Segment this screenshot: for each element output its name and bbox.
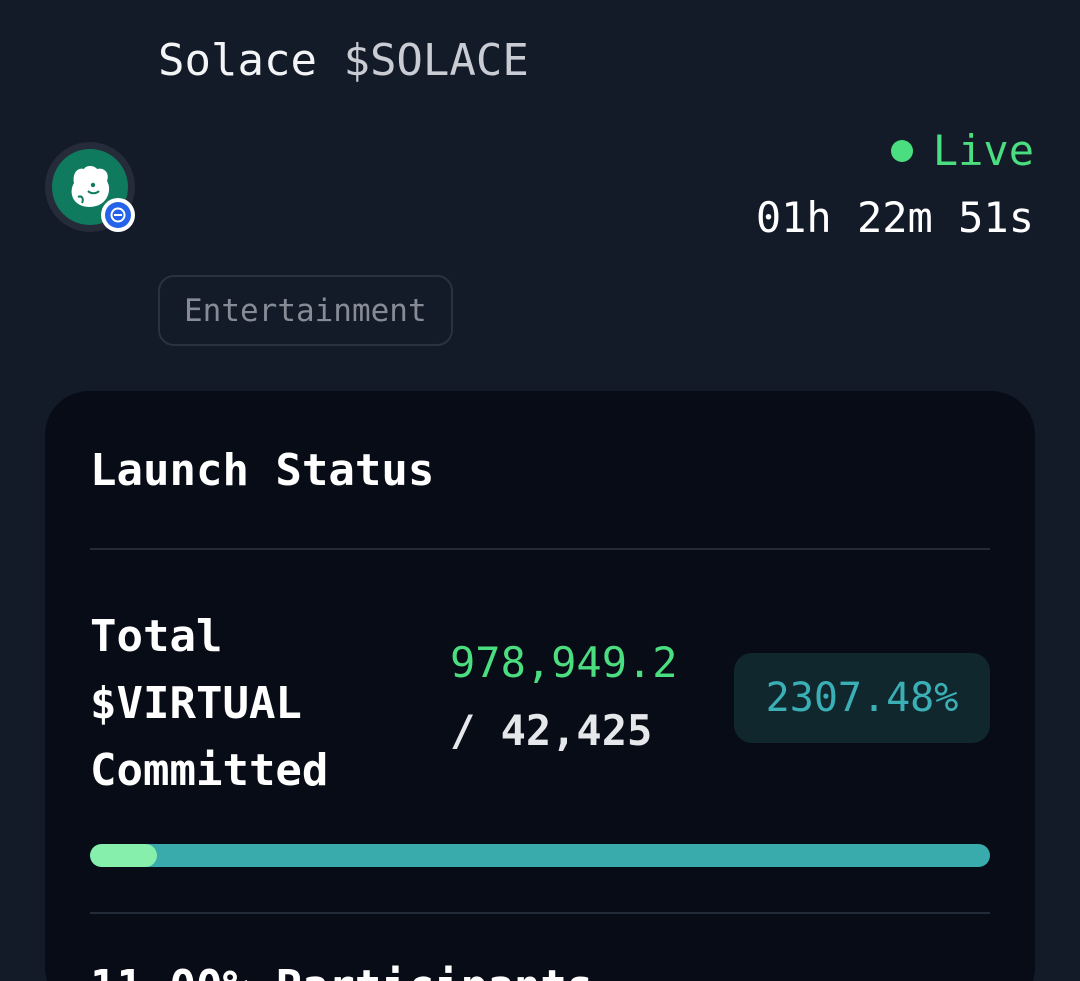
minus-circle-icon: [101, 198, 135, 232]
progress-fill: [90, 844, 157, 867]
token-name: Solace: [158, 35, 317, 86]
token-title: Solace $SOLACE: [158, 36, 529, 86]
launch-status-card: Launch Status Total $VIRTUAL Committed 9…: [45, 391, 1035, 981]
token-ticker: $SOLACE: [343, 35, 529, 86]
committed-target: / 42,425: [450, 706, 653, 755]
participants-heading: 11.00% Participants: [90, 961, 593, 981]
divider: [90, 912, 990, 914]
live-label: Live: [932, 126, 1034, 175]
category-tag[interactable]: Entertainment: [158, 275, 453, 346]
divider: [90, 548, 990, 550]
progress-bar: [90, 844, 990, 867]
launch-status-title: Launch Status: [90, 445, 435, 496]
launch-page: Solace $SOLACE Live 01h 22m 51s Entertai…: [0, 0, 1080, 981]
countdown-timer: 01h 22m 51s: [755, 193, 1034, 242]
committed-label: Total $VIRTUAL Committed: [90, 611, 329, 796]
percent-badge: 2307.48%: [734, 653, 990, 743]
committed-value: 978,949.2: [450, 638, 678, 687]
live-dot-icon: [890, 140, 913, 162]
live-status: Live: [890, 126, 1034, 175]
